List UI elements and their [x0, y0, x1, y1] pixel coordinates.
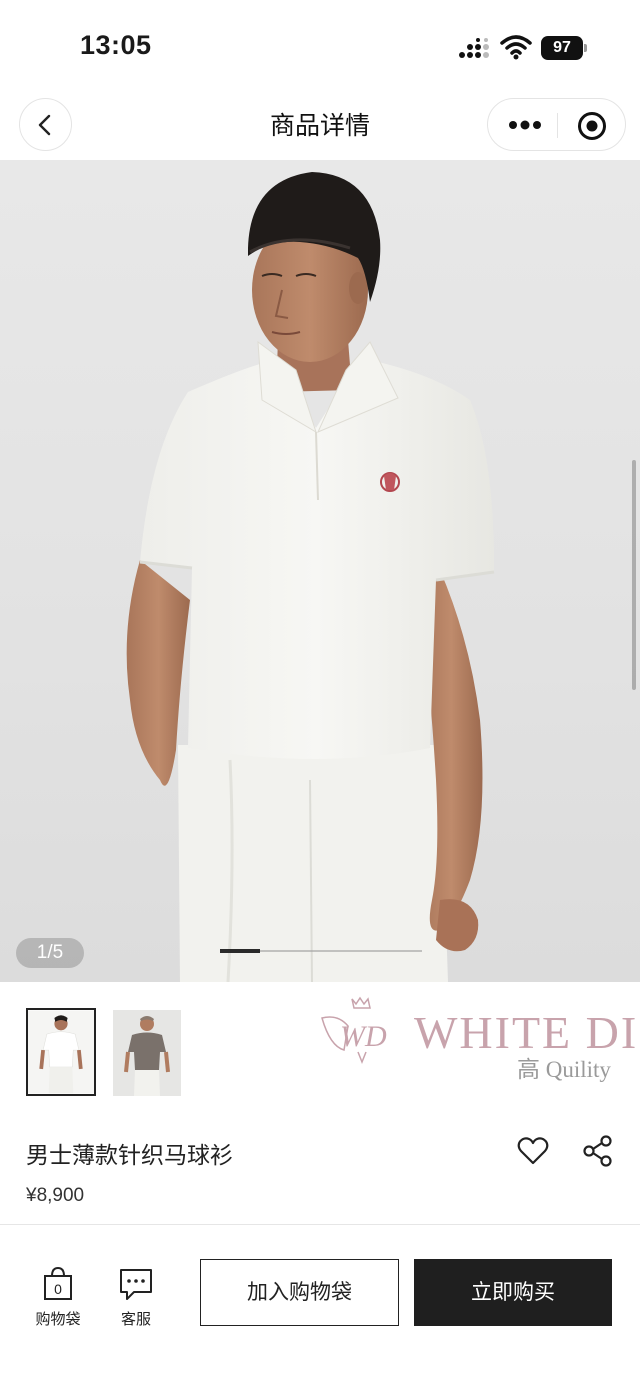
- service-label: 客服: [120, 1310, 151, 1328]
- customer-service-button[interactable]: 客服: [108, 1266, 164, 1336]
- page-indicator: 1/5: [16, 938, 84, 968]
- thumbnail-grey-polo[interactable]: [113, 1010, 181, 1096]
- carousel-progress-fill: [220, 949, 261, 953]
- carousel-progress-track: [220, 949, 422, 953]
- more-button[interactable]: [504, 111, 546, 139]
- scrollbar[interactable]: [632, 460, 636, 690]
- battery-icon: 97: [541, 36, 587, 60]
- battery-level: 97: [541, 36, 583, 60]
- thumbnail-white-polo[interactable]: [26, 1008, 96, 1096]
- add-to-bag-button[interactable]: 加入购物袋: [200, 1259, 399, 1326]
- thumbnail-strip: [0, 1008, 640, 1100]
- product-title: 男士薄款针织马球衫: [26, 1143, 233, 1169]
- status-bar: 13:05 97: [0, 0, 640, 92]
- close-target-icon[interactable]: [576, 110, 608, 142]
- status-time: 13:05: [80, 30, 152, 60]
- product-price: ¥8,900: [26, 1185, 85, 1206]
- share-button[interactable]: [582, 1134, 614, 1168]
- favorite-button[interactable]: [516, 1134, 550, 1168]
- nav-bar: 商品详情: [0, 92, 640, 160]
- wifi-icon: [500, 35, 532, 60]
- shopping-bag-button[interactable]: 0 购物袋: [28, 1266, 88, 1336]
- heart-icon: [517, 1137, 549, 1165]
- shopping-bag-icon: 0: [44, 1266, 72, 1300]
- battery-nub: [584, 44, 587, 52]
- signal-icon: [459, 38, 489, 58]
- bag-count: 0: [54, 1281, 62, 1297]
- miniprogram-capsule: [487, 98, 626, 151]
- product-image-carousel[interactable]: 1/5: [0, 160, 640, 982]
- thumbnail-grey-image: [113, 1010, 181, 1096]
- more-dots-icon: [509, 120, 541, 130]
- buy-now-button[interactable]: 立即购买: [414, 1259, 612, 1326]
- product-photo: [126, 172, 495, 982]
- section-divider: [0, 1224, 640, 1225]
- bag-label: 购物袋: [35, 1310, 81, 1328]
- chat-icon: [120, 1269, 152, 1300]
- thumbnail-white-image: [28, 1010, 94, 1094]
- capsule-divider: [557, 113, 558, 138]
- share-icon: [583, 1135, 612, 1167]
